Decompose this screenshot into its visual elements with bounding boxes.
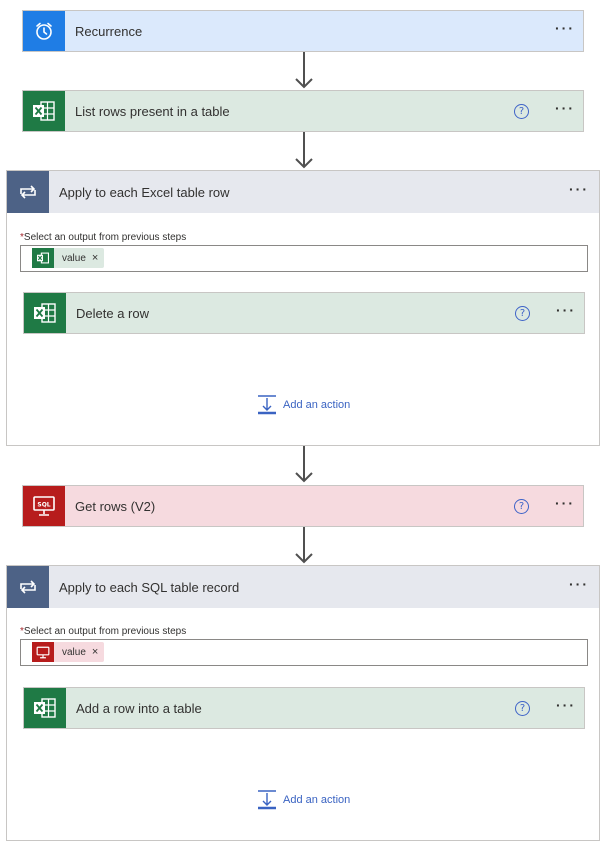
- add-action-label: Add an action: [283, 794, 351, 806]
- alarm-clock-icon: [23, 11, 65, 51]
- help-icon[interactable]: ?: [514, 498, 529, 514]
- more-options-button[interactable]: ···: [559, 576, 599, 598]
- more-options-button[interactable]: ···: [547, 21, 583, 39]
- arrow-down-icon: [295, 132, 313, 169]
- more-options-button[interactable]: ···: [548, 698, 584, 716]
- help-icon[interactable]: ?: [515, 700, 530, 716]
- add-action-icon: [258, 395, 276, 415]
- delete-row-title: Delete a row: [76, 305, 149, 321]
- token-label: value: [62, 252, 86, 264]
- apply-to-each-excel-container: Apply to each Excel table row ··· *Selec…: [6, 170, 600, 446]
- sql-icon: SQL: [23, 486, 65, 526]
- excel-icon: [23, 91, 65, 131]
- arrow-down-icon: [295, 527, 313, 564]
- sql-icon: [32, 642, 54, 662]
- excel-icon: [24, 688, 66, 728]
- recurrence-card[interactable]: Recurrence ···: [22, 10, 584, 52]
- delete-row-card[interactable]: Delete a row ? ···: [23, 292, 585, 334]
- help-icon[interactable]: ?: [514, 103, 529, 119]
- recurrence-title: Recurrence: [75, 23, 143, 39]
- get-rows-card[interactable]: SQL Get rows (V2) ? ···: [22, 485, 584, 527]
- field-label: *Select an output from previous steps: [20, 626, 187, 637]
- add-action-button[interactable]: Add an action: [256, 789, 350, 811]
- arrow-down-icon: [295, 52, 313, 89]
- apply-to-each-sql-header[interactable]: Apply to each SQL table record ···: [7, 566, 599, 608]
- add-row-card[interactable]: Add a row into a table ? ···: [23, 687, 585, 729]
- add-action-label: Add an action: [283, 399, 351, 411]
- get-rows-title: Get rows (V2): [75, 498, 156, 514]
- add-action-button[interactable]: Add an action: [256, 394, 350, 416]
- more-options-button[interactable]: ···: [559, 181, 599, 203]
- more-options-button[interactable]: ···: [548, 303, 584, 321]
- svg-text:SQL: SQL: [37, 502, 50, 509]
- add-row-title: Add a row into a table: [76, 700, 202, 716]
- remove-token-button[interactable]: ×: [92, 252, 104, 264]
- list-rows-title: List rows present in a table: [75, 103, 230, 119]
- excel-icon: [32, 248, 54, 268]
- apply-to-each-excel-header[interactable]: Apply to each Excel table row ···: [7, 171, 599, 213]
- value-token: value ×: [32, 248, 105, 268]
- apply-to-each-excel-title: Apply to each Excel table row: [59, 184, 230, 200]
- remove-token-button[interactable]: ×: [92, 646, 104, 658]
- list-rows-card[interactable]: List rows present in a table ? ···: [22, 90, 584, 132]
- apply-to-each-sql-container: Apply to each SQL table record ··· *Sele…: [6, 565, 600, 841]
- more-options-button[interactable]: ···: [547, 496, 583, 514]
- excel-icon: [24, 293, 66, 333]
- apply-to-each-sql-title: Apply to each SQL table record: [59, 579, 240, 595]
- help-icon[interactable]: ?: [515, 305, 530, 321]
- add-action-icon: [258, 790, 276, 810]
- arrow-down-icon: [295, 446, 313, 483]
- token-label: value: [62, 646, 86, 658]
- output-select-field[interactable]: value ×: [20, 245, 588, 272]
- field-label: *Select an output from previous steps: [20, 232, 187, 243]
- value-token: value ×: [32, 642, 105, 662]
- loop-icon: [7, 171, 49, 213]
- output-select-field[interactable]: value ×: [20, 639, 588, 666]
- more-options-button[interactable]: ···: [547, 101, 583, 119]
- loop-icon: [7, 566, 49, 608]
